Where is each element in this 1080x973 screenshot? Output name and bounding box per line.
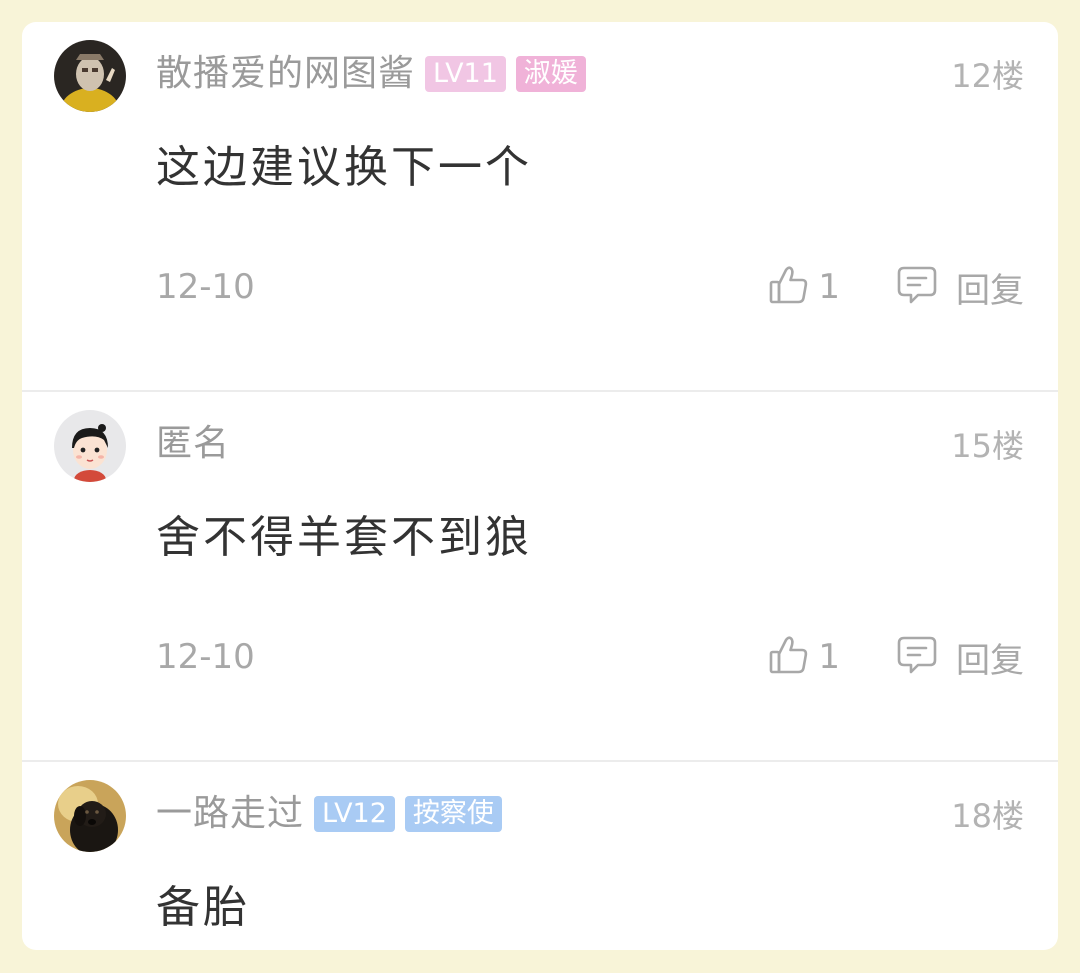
title-badge: 按察使 xyxy=(404,796,502,832)
floor-number: 12楼 xyxy=(951,57,1024,95)
comment-date: 12-10 xyxy=(156,267,255,307)
reply-button[interactable]: 回复 xyxy=(896,633,1024,682)
comment-bubble-icon xyxy=(896,264,938,310)
black-dog-avatar[interactable] xyxy=(54,780,126,852)
comment-header: 散播爱的网图酱 LV11 淑媛 12楼 xyxy=(156,52,1024,96)
comment-header: 一路走过 LV12 按察使 18楼 xyxy=(156,792,1024,836)
like-count: 1 xyxy=(818,267,840,307)
username[interactable]: 一路走过 xyxy=(156,792,304,836)
reply-button[interactable]: 回复 xyxy=(896,263,1024,312)
comment-item: 一路走过 LV12 按察使 18楼 备胎 xyxy=(22,762,1058,950)
username[interactable]: 散播爱的网图酱 xyxy=(156,52,415,96)
comment-text: 这边建议换下一个 xyxy=(156,142,532,193)
level-badge: LV11 xyxy=(425,56,506,92)
thumbs-up-icon xyxy=(768,264,810,310)
comment-item: 匿名 15楼 舍不得羊套不到狼 12-10 1 回复 xyxy=(22,392,1058,762)
reply-label: 回复 xyxy=(956,270,1024,311)
comment-footer: 12-10 1 回复 xyxy=(156,262,1024,312)
level-badge: LV12 xyxy=(314,796,395,832)
like-button[interactable]: 1 xyxy=(768,264,840,310)
cartoon-girl-avatar[interactable] xyxy=(54,410,126,482)
comment-footer: 12-10 1 回复 xyxy=(156,632,1024,682)
comment-text: 舍不得羊套不到狼 xyxy=(156,512,532,563)
floor-number: 15楼 xyxy=(951,427,1024,465)
like-count: 1 xyxy=(818,637,840,677)
comment-header: 匿名 15楼 xyxy=(156,422,1024,466)
comment-item: 散播爱的网图酱 LV11 淑媛 12楼 这边建议换下一个 12-10 1 回复 xyxy=(22,22,1058,392)
username[interactable]: 匿名 xyxy=(156,422,230,466)
title-badge: 淑媛 xyxy=(515,56,586,92)
comment-bubble-icon xyxy=(896,634,938,680)
thumbs-up-icon xyxy=(768,634,810,680)
masked-person-avatar[interactable] xyxy=(54,40,126,112)
reply-label: 回复 xyxy=(956,640,1024,681)
comment-text: 备胎 xyxy=(156,882,250,933)
comment-list: 散播爱的网图酱 LV11 淑媛 12楼 这边建议换下一个 12-10 1 回复 … xyxy=(22,22,1058,950)
comment-date: 12-10 xyxy=(156,637,255,677)
floor-number: 18楼 xyxy=(951,797,1024,835)
like-button[interactable]: 1 xyxy=(768,634,840,680)
